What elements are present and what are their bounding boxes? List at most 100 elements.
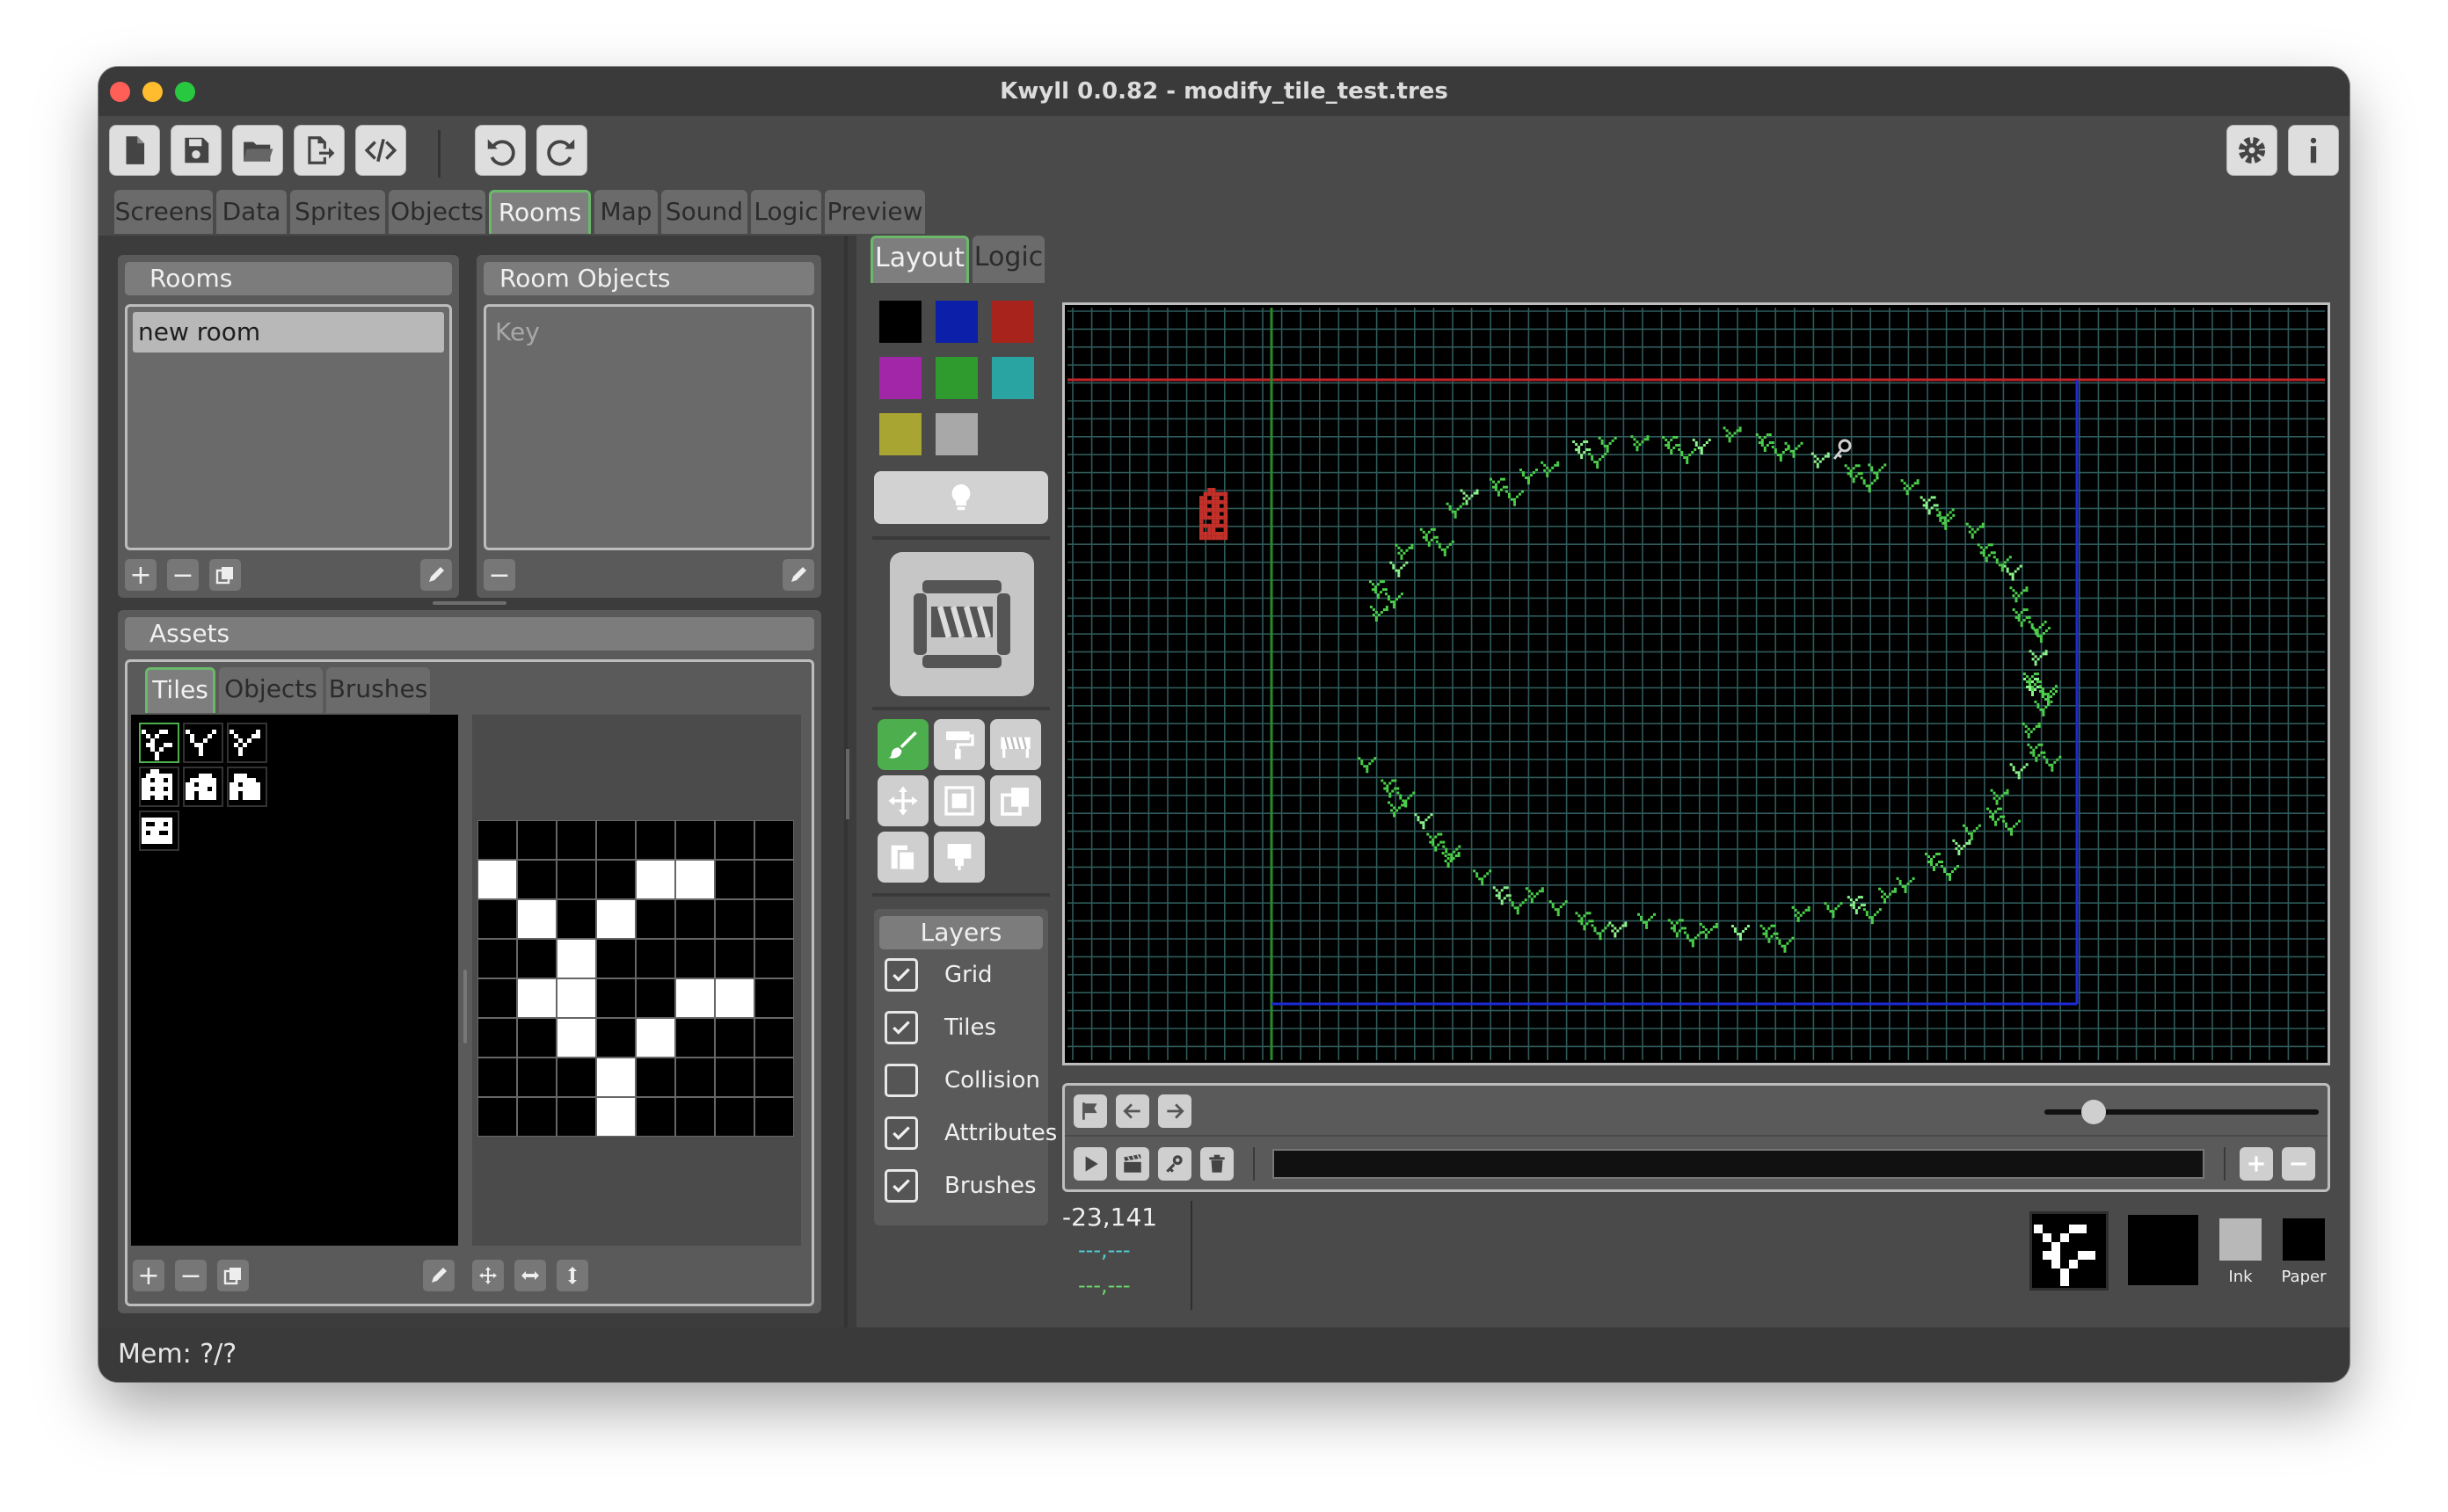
tile-pixel[interactable] [516,978,557,1019]
assets-tab-brushes[interactable]: Brushes [326,667,430,713]
flip-horizontal-button[interactable] [514,1260,546,1291]
tile-pixel[interactable] [714,978,755,1019]
tile-pixel[interactable] [595,1096,637,1137]
tile-pixel[interactable] [714,938,755,979]
tile-pixel[interactable] [556,859,597,900]
layer-collision[interactable]: Collision [885,1060,1048,1101]
tile-pixel[interactable] [674,820,716,861]
tab-preview[interactable]: Preview [825,190,925,234]
tile-pixel[interactable] [516,859,557,900]
tab-objects[interactable]: Objects [389,190,485,234]
tile-pixel[interactable] [556,978,597,1019]
flag-button[interactable] [1074,1094,1107,1128]
info-button[interactable] [2288,125,2339,176]
tab-sound[interactable]: Sound [661,190,747,234]
tile-pixel[interactable] [516,1017,557,1058]
tile-pixel[interactable] [754,938,794,979]
next-room-button[interactable] [1158,1094,1191,1128]
timeline-track[interactable] [1272,1149,2204,1179]
new-file-button[interactable] [109,125,160,176]
tile-pixel[interactable] [714,1017,755,1058]
tile-pixel[interactable] [714,898,755,940]
save-button[interactable] [171,125,222,176]
delete-button[interactable] [1200,1147,1234,1181]
zoom-in-button[interactable] [2240,1147,2273,1181]
remove-object-button[interactable]: − [484,559,515,591]
redo-button[interactable] [536,125,587,176]
layer-brushes[interactable]: Brushes [885,1166,1048,1206]
tab-data[interactable]: Data [216,190,287,234]
tile-pixel[interactable] [477,859,518,900]
tile-pixel[interactable] [635,938,676,979]
shift-tile-button[interactable] [472,1260,504,1291]
tab-screens[interactable]: Screens [114,190,213,234]
layer-checkbox[interactable] [885,1011,918,1044]
panel-splitter-handle[interactable] [433,601,506,605]
tile-pixel[interactable] [556,820,597,861]
palette-color-1[interactable] [879,301,922,343]
palette-color-6[interactable] [992,357,1034,399]
layer-grid[interactable]: Grid [885,955,1048,995]
ink-color-swatch[interactable] [2219,1218,2262,1261]
room-object-item[interactable]: Key [495,312,540,353]
tile-pixel[interactable] [635,820,676,861]
tile-pixel[interactable] [516,938,557,979]
tab-rooms[interactable]: Rooms [489,190,591,234]
tile-pixel[interactable] [754,1017,794,1058]
assets-tab-objects[interactable]: Objects [219,667,323,713]
tile-pixel[interactable] [516,1096,557,1137]
tile-pixel[interactable] [595,1017,637,1058]
open-button[interactable] [232,125,283,176]
tile-thumbnail[interactable] [139,723,179,763]
bright-toggle-button[interactable] [874,471,1048,524]
tile-pixel[interactable] [595,938,637,979]
palette-color-3[interactable] [992,301,1034,343]
tile-pixel[interactable] [754,820,794,861]
tile-pixel[interactable] [754,898,794,940]
room-list-item[interactable]: new room [133,312,444,353]
editor-tab-layout[interactable]: Layout [871,236,969,283]
tile-pixel[interactable] [556,938,597,979]
copy-tool-button[interactable] [990,775,1041,826]
tab-sprites[interactable]: Sprites [290,190,385,234]
tile-pixel[interactable] [674,978,716,1019]
tile-pixel[interactable] [516,1057,557,1098]
layer-checkbox[interactable] [885,958,918,992]
tab-map[interactable]: Map [594,190,658,234]
tile-pixel[interactable] [556,898,597,940]
rename-room-button[interactable] [420,559,452,591]
tile-pixel[interactable] [674,1017,716,1058]
previous-room-button[interactable] [1116,1094,1149,1128]
undo-button[interactable] [475,125,526,176]
tile-pixel[interactable] [674,1096,716,1137]
select-tool-button[interactable] [934,775,985,826]
tile-pixel[interactable] [556,1096,597,1137]
key-button[interactable] [1158,1147,1191,1181]
tile-thumbnail[interactable] [227,767,267,807]
tile-pixel[interactable] [714,1096,755,1137]
tile-pixel[interactable] [477,1017,518,1058]
palette-color-8[interactable] [936,413,978,455]
assets-tab-tiles[interactable]: Tiles [145,667,215,713]
tab-logic[interactable]: Logic [751,190,821,234]
layer-tiles[interactable]: Tiles [885,1007,1048,1048]
room-objects-list[interactable]: Key [484,304,814,550]
rooms-list[interactable]: new room [125,304,452,550]
tiles-splitter[interactable] [463,970,467,1043]
tile-pixel[interactable] [556,1057,597,1098]
tile-pixel[interactable] [477,820,518,861]
move-tool-button[interactable] [878,775,929,826]
tile-pixel[interactable] [595,859,637,900]
tile-pixel[interactable] [674,938,716,979]
play-button[interactable] [1074,1147,1107,1181]
tile-pixel[interactable] [477,978,518,1019]
tiles-list[interactable] [131,715,458,1246]
rename-tile-button[interactable] [423,1260,455,1291]
zoom-slider-knob[interactable] [2081,1100,2107,1124]
duplicate-room-button[interactable] [209,559,241,591]
tile-thumbnail[interactable] [139,811,179,851]
fill-tool-button[interactable] [934,719,985,770]
editor-tab-logic[interactable]: Logic [973,236,1045,283]
scene-button[interactable] [1116,1147,1149,1181]
tile-pixel[interactable] [635,1017,676,1058]
